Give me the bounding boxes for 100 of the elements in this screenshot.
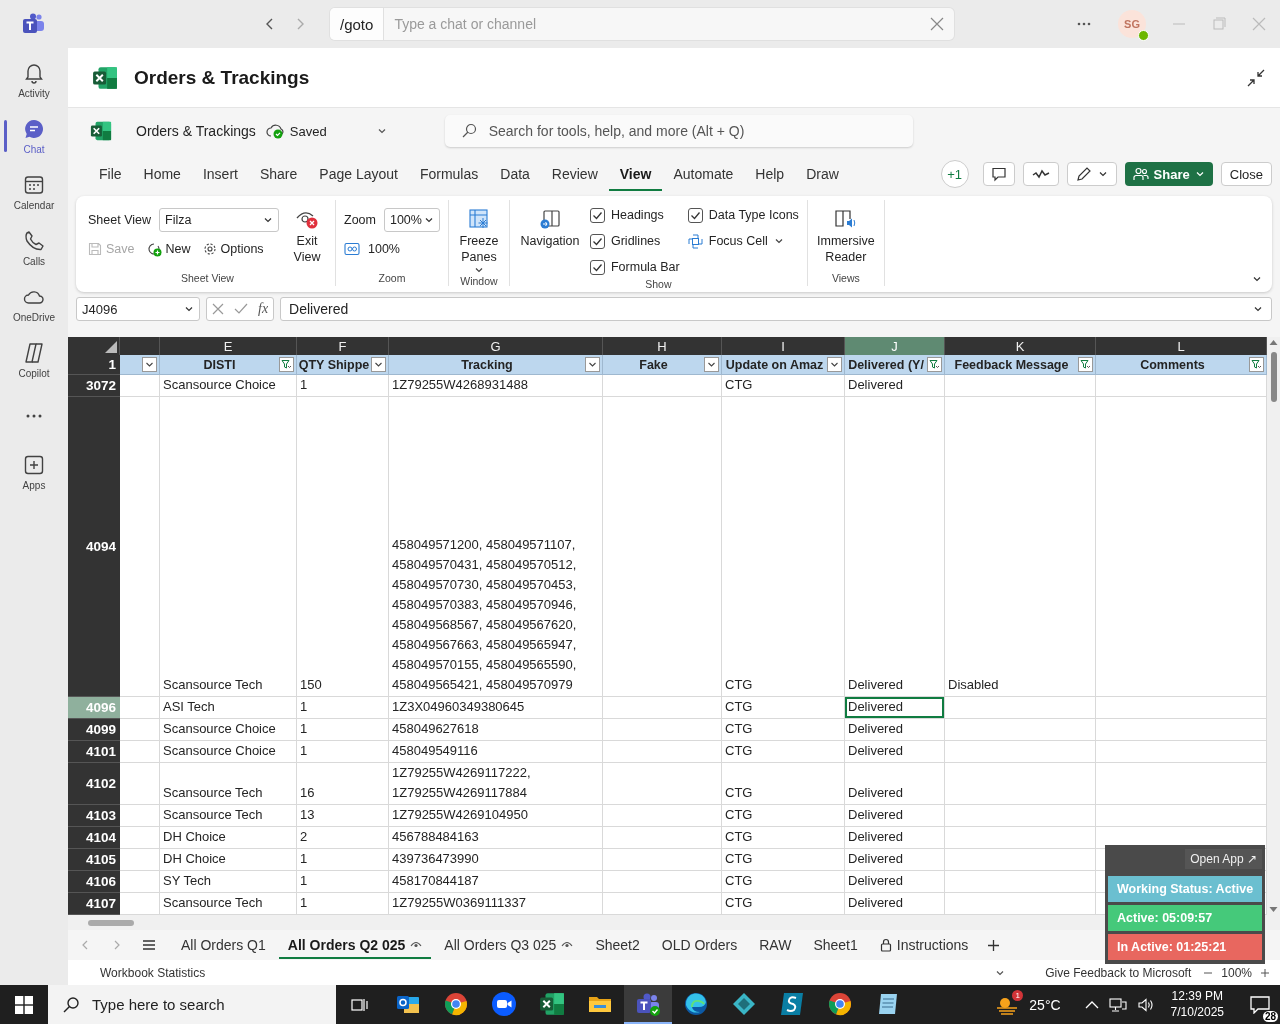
sheet-tab[interactable]: Instructions (870, 931, 978, 959)
filter-button[interactable] (279, 357, 294, 372)
sheet-view-dropdown[interactable]: Filza (159, 208, 279, 232)
sheet-tab[interactable]: All Orders Q1 (172, 931, 275, 959)
row-header[interactable]: 4099 (68, 719, 120, 741)
select-all-button[interactable] (68, 337, 120, 355)
checkbox[interactable]: Data Type Icons (687, 204, 799, 226)
chevron-icon[interactable] (376, 126, 387, 136)
filter-button[interactable] (585, 357, 600, 372)
row-header[interactable]: 3072 (68, 375, 120, 397)
start-icon[interactable] (15, 995, 33, 1014)
expand-icon[interactable] (1252, 274, 1262, 284)
menu-tab[interactable]: Draw (795, 157, 850, 191)
column-header[interactable]: H (603, 337, 722, 355)
zoom-in-icon[interactable] (1260, 967, 1270, 978)
filter-button[interactable] (1249, 357, 1264, 372)
menu-tab[interactable]: Home (132, 157, 192, 191)
column-header[interactable]: F (297, 337, 389, 355)
menu-tab[interactable]: Share (248, 157, 309, 191)
menu-tab[interactable]: Data (489, 157, 541, 191)
freeze-panes-button[interactable]: Freeze Panes (456, 200, 501, 276)
row-header[interactable]: 4105 (68, 849, 120, 871)
row-header[interactable]: 4101 (68, 741, 120, 763)
close-icon[interactable] (930, 17, 944, 31)
file-name[interactable]: Orders & Trackings (136, 123, 256, 139)
rail-item[interactable]: Activity (0, 54, 68, 106)
menu-tab[interactable]: File (88, 157, 133, 191)
search-field[interactable]: Search for tools, help, and more (Alt + Q) (444, 115, 913, 147)
row-header[interactable]: 4106 (68, 871, 120, 893)
rail-item[interactable]: Apps (0, 446, 68, 498)
menu-tab[interactable]: Page Layout (308, 157, 409, 191)
checkbox[interactable]: Gridlines (589, 230, 680, 252)
menu-tab[interactable]: Automate (662, 157, 745, 191)
zoom-level[interactable]: 100% (1221, 965, 1252, 980)
sheet-tab[interactable]: Sheet1 (804, 931, 867, 959)
notifications-icon[interactable] (1250, 995, 1270, 1014)
cancel-icon[interactable] (212, 303, 224, 315)
filter-button[interactable] (704, 357, 719, 372)
collapse-icon[interactable] (1246, 67, 1266, 88)
rail-item[interactable]: Copilot (0, 334, 68, 386)
column-header[interactable]: L (1096, 337, 1267, 355)
filter-button[interactable] (142, 357, 157, 372)
sheet-tab[interactable]: OLD Orders (652, 931, 747, 959)
search-field[interactable]: /goto Type a chat or channel (330, 8, 954, 40)
checkbox[interactable]: Formula Bar (589, 256, 680, 278)
scroll-up-icon[interactable] (1269, 339, 1278, 346)
sheet-tab[interactable]: All Orders Q2 025 (278, 931, 432, 959)
share-button[interactable]: Share (1124, 162, 1213, 186)
row-header[interactable]: 1 (68, 355, 120, 375)
menu-tab[interactable]: Formulas (408, 157, 490, 191)
close-button[interactable]: Close (1220, 162, 1272, 186)
zoom-dropdown[interactable]: 100% (383, 208, 440, 232)
comments-button[interactable] (982, 162, 1015, 186)
row-header[interactable]: 4104 (68, 827, 120, 849)
new-button[interactable]: New (146, 238, 191, 260)
clock-date[interactable]: 7/10/2025 (1170, 1004, 1224, 1021)
task-view-icon[interactable] (351, 996, 369, 1013)
rail-item[interactable]: Calls (0, 222, 68, 274)
feedback-link[interactable]: Give Feedback to Microsoft (1045, 965, 1192, 980)
vertical-scrollbar[interactable] (1267, 337, 1280, 915)
navigation-button[interactable]: Navigation (517, 200, 582, 250)
editing-mode-button[interactable] (1066, 162, 1117, 186)
formula-field[interactable]: Delivered (280, 297, 1272, 321)
catch-up-button[interactable] (1022, 162, 1059, 186)
options-button[interactable]: Options (202, 238, 264, 260)
focus-cell-button[interactable]: Focus Cell (687, 230, 799, 252)
sheet-tab[interactable]: All Orders Q3 025 (435, 931, 583, 959)
filter-button[interactable] (371, 357, 386, 372)
insert-function-button[interactable]: fx (258, 301, 269, 317)
speaker-icon[interactable] (1136, 996, 1155, 1013)
column-header[interactable]: E (160, 337, 297, 355)
taskbar-search-field[interactable]: Type here to search (48, 985, 336, 1024)
column-header[interactable]: I (722, 337, 845, 355)
coauthor-badge[interactable]: +1 (940, 160, 969, 188)
sheet-tab[interactable]: RAW (750, 931, 801, 959)
row-header[interactable]: 4102 (68, 763, 120, 805)
zoom-reset-button[interactable]: 100% (344, 238, 440, 260)
menu-tab[interactable]: Review (540, 157, 609, 191)
network-icon[interactable] (1108, 996, 1127, 1013)
expand-icon[interactable] (1253, 304, 1263, 314)
checkbox[interactable]: Headings (589, 204, 680, 226)
filter-button[interactable] (927, 357, 942, 372)
immersive-reader-button[interactable]: Immersive Reader (815, 200, 876, 266)
rail-item[interactable]: Calendar (0, 166, 68, 218)
filter-button[interactable] (1078, 357, 1093, 372)
clock-time[interactable]: 12:39 PM (1171, 988, 1223, 1005)
exit-view-button[interactable]: Exit View (287, 200, 327, 266)
rail-item[interactable]: OneDrive (0, 278, 68, 330)
check-icon[interactable] (234, 303, 248, 315)
rail-item[interactable]: Chat (0, 110, 68, 162)
row-header[interactable]: 4103 (68, 805, 120, 827)
scroll-down-icon[interactable] (1269, 906, 1278, 913)
add-sheet-icon[interactable] (987, 938, 1001, 952)
workbook-statistics-button[interactable]: Workbook Statistics (100, 965, 206, 980)
row-header[interactable]: 4107 (68, 893, 120, 915)
menu-tab[interactable]: Help (744, 157, 796, 191)
sheet-tab[interactable]: Sheet2 (586, 931, 649, 959)
row-header[interactable]: 4094 (68, 397, 120, 697)
menu-tab[interactable]: Insert (191, 157, 249, 191)
open-app-button[interactable]: Open App ↗ (1185, 849, 1262, 869)
